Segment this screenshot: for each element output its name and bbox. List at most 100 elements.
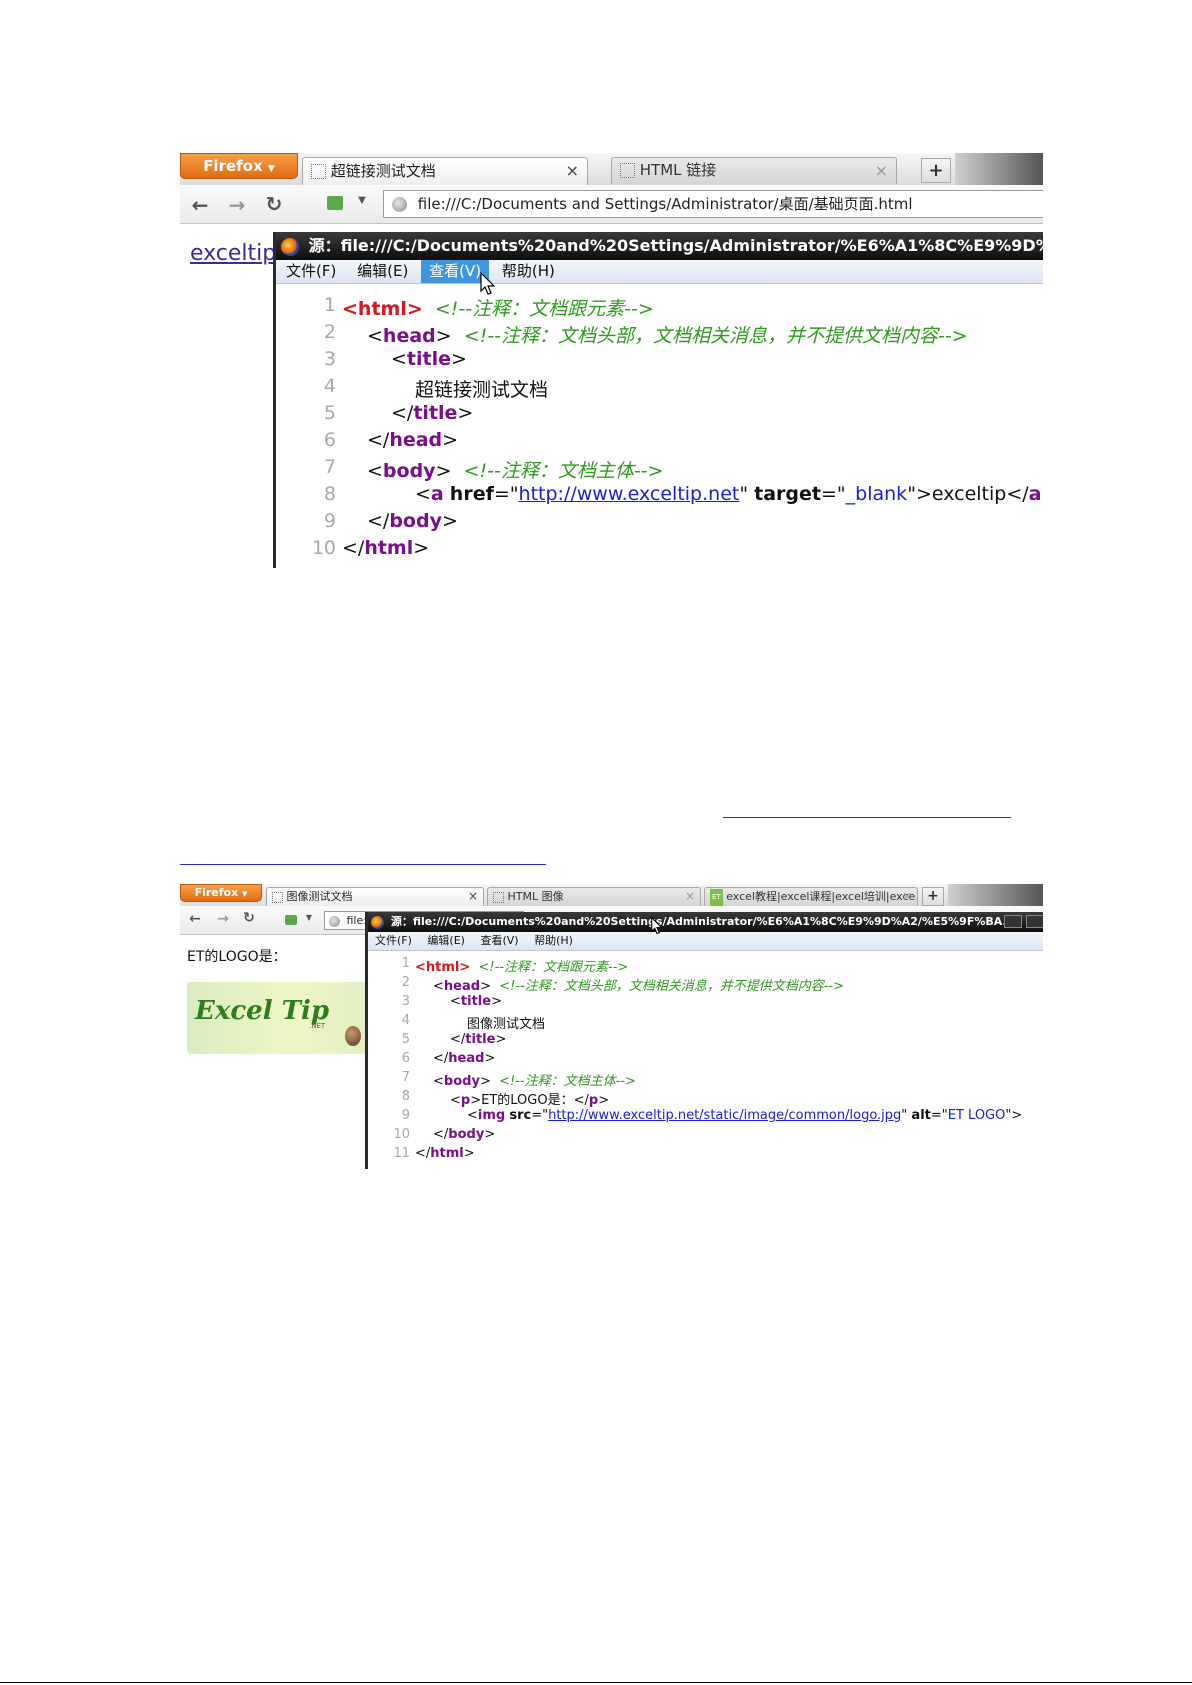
bracket: >: [1042, 483, 1044, 505]
reload-icon[interactable]: ↻: [262, 192, 286, 216]
back-arrow-icon[interactable]: ←: [186, 911, 204, 927]
forward-arrow-icon[interactable]: →: [214, 911, 232, 927]
tab-image-test[interactable]: 图像测试文档 ×: [266, 887, 484, 906]
tab-html-image[interactable]: HTML 图像 ×: [487, 887, 701, 906]
forward-arrow-icon[interactable]: →: [225, 193, 249, 217]
code-line-10: </html>: [342, 537, 429, 559]
bracket: <: [467, 1108, 478, 1123]
minimize-icon[interactable]: [1004, 915, 1022, 928]
menu-edit[interactable]: 编辑(E): [349, 260, 416, 283]
comment: <!--注释：文档主体-->: [463, 460, 664, 482]
code-line-5: </title>: [450, 1032, 506, 1047]
bracket: >: [435, 325, 452, 347]
tag-name: title: [460, 994, 492, 1009]
close-icon[interactable]: ×: [685, 888, 695, 905]
code-line-2: <head> <!--注释：文档头部，文档相关消息，并不提供文档内容-->: [433, 975, 844, 994]
close-icon[interactable]: ×: [902, 888, 912, 905]
line-number: 3: [401, 994, 410, 1009]
tag-name: html: [364, 537, 414, 559]
href-link[interactable]: http://www.exceltip.net: [519, 483, 740, 505]
line-number: 7: [401, 1070, 410, 1085]
firefox-menu-button[interactable]: Firefox ▼: [180, 153, 298, 179]
comment: <!--注释：文档头部，文档相关消息，并不提供文档内容-->: [463, 325, 968, 347]
close-icon[interactable]: ×: [566, 158, 579, 184]
line-number: 3: [323, 348, 336, 370]
page-icon: [620, 163, 635, 178]
new-tab-button[interactable]: +: [921, 158, 951, 183]
home-icon[interactable]: [285, 915, 297, 925]
source-window-title: 源：file:///C:/Documents%20and%20Settings/…: [390, 915, 1015, 928]
close-icon[interactable]: ×: [875, 158, 888, 183]
back-arrow-icon[interactable]: ←: [188, 193, 212, 217]
line-number: 6: [401, 1051, 410, 1066]
tab-label: 图像测试文档: [286, 890, 353, 903]
bracket: >: [479, 1074, 491, 1089]
url-bar[interactable]: file:///C:/Documents and Settings/Admini…: [383, 190, 1043, 218]
source-menu-bar: 文件(F) 编辑(E) 查看(V) 帮助(H): [276, 260, 1043, 284]
bracket: >: [442, 429, 459, 451]
menu-edit[interactable]: 编辑(E): [421, 932, 471, 950]
reload-icon[interactable]: ↻: [240, 910, 258, 926]
mouse-cursor-icon: [480, 272, 496, 295]
firefox-label: Firefox: [194, 886, 239, 899]
tab-link-test[interactable]: 超链接测试文档 ×: [302, 157, 588, 185]
tab-bar-fade: [948, 884, 1043, 906]
document-link-underline: [723, 817, 1011, 818]
comment: <!--注释：文档头部，文档相关消息，并不提供文档内容-->: [499, 979, 844, 994]
bracket: </: [342, 537, 365, 559]
code-line-8: <p>ET的LOGO是：</p>: [450, 1089, 609, 1108]
line-number: 1: [323, 294, 336, 316]
globe-icon: [392, 197, 407, 212]
dropdown-icon[interactable]: ▼: [355, 195, 369, 206]
globe-icon: [329, 915, 340, 927]
dropdown-icon[interactable]: ▼: [304, 913, 314, 922]
page-link-exceltip[interactable]: exceltip: [190, 241, 276, 266]
maximize-icon[interactable]: [1026, 915, 1043, 928]
page-icon: [272, 891, 283, 903]
src-link[interactable]: http://www.exceltip.net/static/image/com…: [548, 1108, 901, 1123]
code-line-4: 图像测试文档: [467, 1013, 545, 1032]
html-tag: <html>: [415, 960, 471, 975]
comment: <!--注释：文档主体-->: [499, 1074, 636, 1089]
page-icon: [311, 164, 326, 179]
tab-bar: Firefox ▼ 超链接测试文档 × HTML 链接 × +: [180, 153, 1043, 186]
navigation-bar: ← → ↻ ▼ file:///C:/Documents and Setting…: [180, 185, 1043, 224]
firefox-menu-button[interactable]: Firefox ▼: [180, 884, 262, 902]
exceltip-logo: Excel Tip .NET: [187, 982, 367, 1054]
source-code: 1 2 3 4 5 6 7 8 9 10 <html> <!--注释：文档跟元素…: [276, 294, 1043, 564]
menu-file[interactable]: 文件(F): [368, 932, 418, 950]
bracket: >: [463, 1146, 475, 1161]
line-number: 5: [323, 402, 336, 424]
bracket: <: [433, 1074, 444, 1089]
menu-file[interactable]: 文件(F): [276, 260, 344, 283]
quote: ": [907, 483, 916, 505]
menu-help[interactable]: 帮助(H): [494, 260, 563, 283]
line-number: 4: [401, 1013, 410, 1028]
view-source-window: 源：file:///C:/Documents%20and%20Settings/…: [273, 232, 1043, 568]
tab-html-link[interactable]: HTML 链接 ×: [611, 157, 897, 184]
paragraph-text: ET的LOGO是：: [481, 1093, 574, 1108]
bracket: </: [450, 1032, 466, 1047]
bracket: </: [433, 1051, 449, 1066]
menu-help[interactable]: 帮助(H): [528, 932, 579, 950]
tag-name: head: [448, 1051, 485, 1066]
attribute-value: _blank: [845, 483, 908, 505]
tag-name: a: [1028, 483, 1042, 505]
line-number: 11: [393, 1146, 410, 1161]
menu-view[interactable]: 查看(V): [474, 932, 524, 950]
code-line-6: </head>: [367, 429, 458, 451]
bracket: >: [435, 460, 452, 482]
tag-name: img: [477, 1108, 506, 1123]
home-icon[interactable]: [327, 196, 343, 210]
menu-view[interactable]: 查看(V): [421, 260, 490, 283]
close-icon[interactable]: ×: [468, 888, 478, 905]
tab-excel-course[interactable]: ET excel教程|excel课程|excel培训|exce... ×: [704, 887, 918, 906]
quote: ": [901, 1108, 908, 1123]
page-icon: [493, 891, 504, 903]
code-line-1: <html> <!--注释：文档跟元素-->: [342, 294, 654, 321]
tag-name: body: [448, 1127, 485, 1142]
new-tab-button[interactable]: +: [922, 887, 944, 906]
tab-label: excel教程|excel课程|excel培训|exce...: [726, 890, 918, 903]
bracket: >: [915, 483, 932, 505]
tab-bar-fade: [955, 153, 1043, 185]
